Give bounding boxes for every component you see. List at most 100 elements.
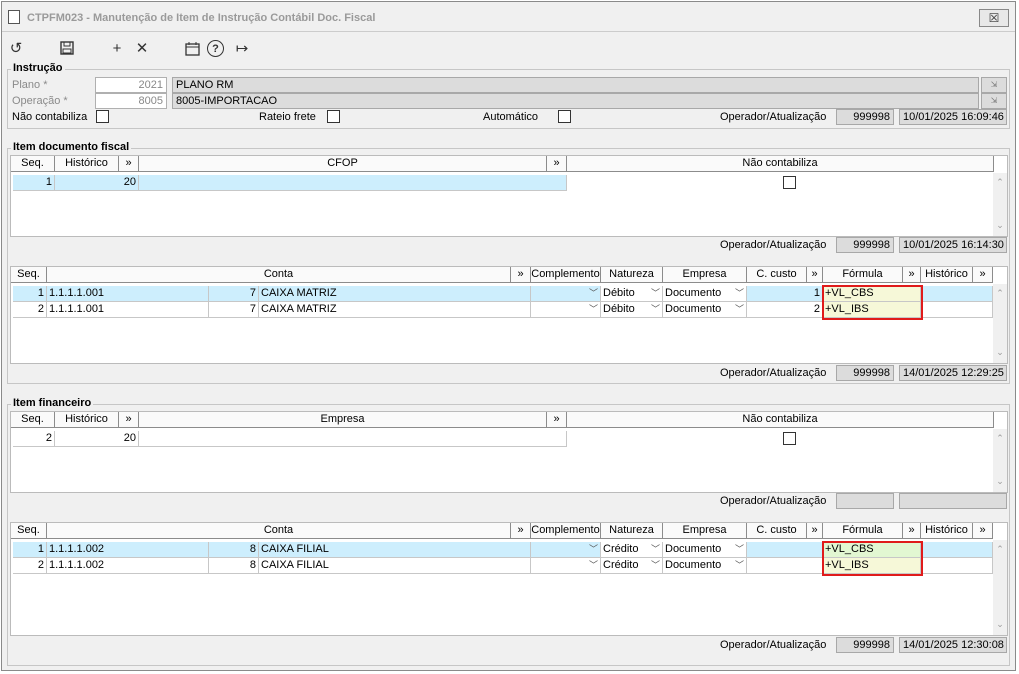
chevron-down-icon[interactable]: ﹀ bbox=[589, 558, 598, 573]
col-empresa[interactable]: Empresa bbox=[139, 412, 547, 428]
chevron-down-icon[interactable]: ﹀ bbox=[589, 542, 598, 557]
cell-historico[interactable] bbox=[921, 558, 993, 574]
cell-conta-num[interactable]: 7 bbox=[209, 302, 259, 318]
col-complemento[interactable]: Complemento bbox=[531, 267, 601, 283]
chevron-down-icon[interactable]: ﹀ bbox=[651, 302, 660, 317]
chevron-down-icon[interactable]: ﹀ bbox=[651, 542, 660, 557]
col-complemento[interactable]: Complemento bbox=[531, 523, 601, 539]
cell-ccusto[interactable]: 1 bbox=[747, 286, 823, 302]
col-expand[interactable]: » bbox=[511, 267, 531, 283]
col-expand[interactable]: » bbox=[119, 156, 139, 172]
chevron-down-icon[interactable]: ﹀ bbox=[651, 286, 660, 301]
col-formula[interactable]: Fórmula bbox=[823, 523, 903, 539]
cell-conta-nome[interactable]: CAIXA MATRIZ bbox=[259, 286, 531, 302]
operacao-lookup-icon[interactable]: ⇲ bbox=[981, 93, 1007, 109]
chevron-down-icon[interactable]: ﹀ bbox=[735, 302, 744, 317]
cell-natureza[interactable]: Débito ﹀ bbox=[601, 286, 663, 302]
cell-conta-num[interactable]: 7 bbox=[209, 286, 259, 302]
cell-complemento[interactable]: ﹀ bbox=[531, 302, 601, 318]
row-historico[interactable]: 20 bbox=[55, 431, 139, 447]
grid-scrollbar[interactable]: ⌃ ⌄ bbox=[993, 173, 1007, 236]
col-expand-2[interactable]: » bbox=[547, 412, 567, 428]
col-nao-contabiliza[interactable]: Não contabiliza bbox=[567, 156, 994, 172]
cell-conta-nome[interactable]: CAIXA FILIAL bbox=[259, 558, 531, 574]
col-natureza[interactable]: Natureza bbox=[601, 523, 663, 539]
add-button[interactable]: + bbox=[107, 38, 127, 58]
cell-seq[interactable]: 2 bbox=[13, 558, 47, 574]
cell-complemento[interactable]: ﹀ bbox=[531, 286, 601, 302]
cell-conta[interactable]: 1.1.1.1.002 bbox=[47, 558, 209, 574]
col-expand-2[interactable]: » bbox=[807, 523, 823, 539]
row-nao-contabiliza-checkbox[interactable] bbox=[783, 176, 796, 189]
cell-conta-nome[interactable]: CAIXA MATRIZ bbox=[259, 302, 531, 318]
cell-historico[interactable] bbox=[921, 542, 993, 558]
nao-contabiliza-checkbox[interactable] bbox=[96, 110, 109, 123]
row-seq[interactable]: 1 bbox=[13, 175, 55, 191]
cell-conta[interactable]: 1.1.1.1.002 bbox=[47, 542, 209, 558]
delete-button[interactable]: ✕ bbox=[132, 38, 152, 58]
cell-conta[interactable]: 1.1.1.1.001 bbox=[47, 286, 209, 302]
cell-ccusto[interactable] bbox=[747, 542, 823, 558]
chevron-down-icon[interactable]: ﹀ bbox=[589, 286, 598, 301]
chevron-down-icon[interactable]: ﹀ bbox=[735, 542, 744, 557]
refresh-icon[interactable]: ↺ bbox=[6, 38, 26, 58]
col-ccusto[interactable]: C. custo bbox=[747, 267, 807, 283]
cell-seq[interactable]: 1 bbox=[13, 286, 47, 302]
chevron-down-icon[interactable]: ﹀ bbox=[735, 558, 744, 573]
col-expand-3[interactable]: » bbox=[903, 267, 921, 283]
row-empresa[interactable] bbox=[139, 431, 567, 447]
col-expand-4[interactable]: » bbox=[973, 523, 993, 539]
col-cfop[interactable]: CFOP bbox=[139, 156, 547, 172]
grid-scrollbar[interactable]: ⌃ ⌄ bbox=[993, 284, 1007, 363]
save-icon[interactable] bbox=[57, 38, 77, 58]
col-expand-2[interactable]: » bbox=[807, 267, 823, 283]
col-expand-4[interactable]: » bbox=[973, 267, 993, 283]
automatico-checkbox[interactable] bbox=[558, 110, 571, 123]
cell-empresa[interactable]: Documento ﹀ bbox=[663, 286, 747, 302]
col-natureza[interactable]: Natureza bbox=[601, 267, 663, 283]
help-button[interactable]: ? bbox=[207, 40, 224, 57]
col-historico[interactable]: Histórico bbox=[921, 267, 973, 283]
cell-empresa[interactable]: Documento ﹀ bbox=[663, 302, 747, 318]
plano-code-field[interactable]: 2021 bbox=[95, 77, 167, 93]
row-historico[interactable]: 20 bbox=[55, 175, 139, 191]
col-seq[interactable]: Seq. bbox=[11, 267, 47, 283]
row-nao-contabiliza-checkbox[interactable] bbox=[783, 432, 796, 445]
row-cfop[interactable] bbox=[139, 175, 567, 191]
cell-natureza[interactable]: Crédito ﹀ bbox=[601, 558, 663, 574]
grid-scrollbar[interactable]: ⌃ ⌄ bbox=[993, 540, 1007, 635]
col-conta[interactable]: Conta bbox=[47, 267, 511, 283]
col-conta[interactable]: Conta bbox=[47, 523, 511, 539]
plano-lookup-icon[interactable]: ⇲ bbox=[981, 77, 1007, 93]
chevron-down-icon[interactable]: ﹀ bbox=[589, 302, 598, 317]
rateio-frete-checkbox[interactable] bbox=[327, 110, 340, 123]
cell-ccusto[interactable] bbox=[747, 558, 823, 574]
col-expand-3[interactable]: » bbox=[903, 523, 921, 539]
col-expand-2[interactable]: » bbox=[547, 156, 567, 172]
col-empresa[interactable]: Empresa bbox=[663, 523, 747, 539]
col-historico[interactable]: Histórico bbox=[921, 523, 973, 539]
col-seq[interactable]: Seq. bbox=[11, 523, 47, 539]
cell-seq[interactable]: 1 bbox=[13, 542, 47, 558]
cell-historico[interactable] bbox=[921, 302, 993, 318]
chevron-down-icon[interactable]: ﹀ bbox=[735, 286, 744, 301]
col-expand[interactable]: » bbox=[511, 523, 531, 539]
cell-natureza[interactable]: Crédito ﹀ bbox=[601, 542, 663, 558]
row-seq[interactable]: 2 bbox=[13, 431, 55, 447]
col-nao-contabiliza[interactable]: Não contabiliza bbox=[567, 412, 994, 428]
col-formula[interactable]: Fórmula bbox=[823, 267, 903, 283]
chevron-down-icon[interactable]: ﹀ bbox=[651, 558, 660, 573]
cell-empresa[interactable]: Documento ﹀ bbox=[663, 542, 747, 558]
cell-conta-nome[interactable]: CAIXA FILIAL bbox=[259, 542, 531, 558]
calendar-icon[interactable] bbox=[182, 38, 202, 58]
col-historico[interactable]: Histórico bbox=[55, 412, 119, 428]
cell-conta-num[interactable]: 8 bbox=[209, 542, 259, 558]
cell-empresa[interactable]: Documento ﹀ bbox=[663, 558, 747, 574]
grid-scrollbar[interactable]: ⌃ ⌄ bbox=[993, 429, 1007, 492]
cell-historico[interactable] bbox=[921, 286, 993, 302]
col-expand[interactable]: » bbox=[119, 412, 139, 428]
cell-complemento[interactable]: ﹀ bbox=[531, 558, 601, 574]
cell-ccusto[interactable]: 2 bbox=[747, 302, 823, 318]
col-seq[interactable]: Seq. bbox=[11, 156, 55, 172]
exit-icon[interactable]: ↦ bbox=[232, 38, 252, 58]
